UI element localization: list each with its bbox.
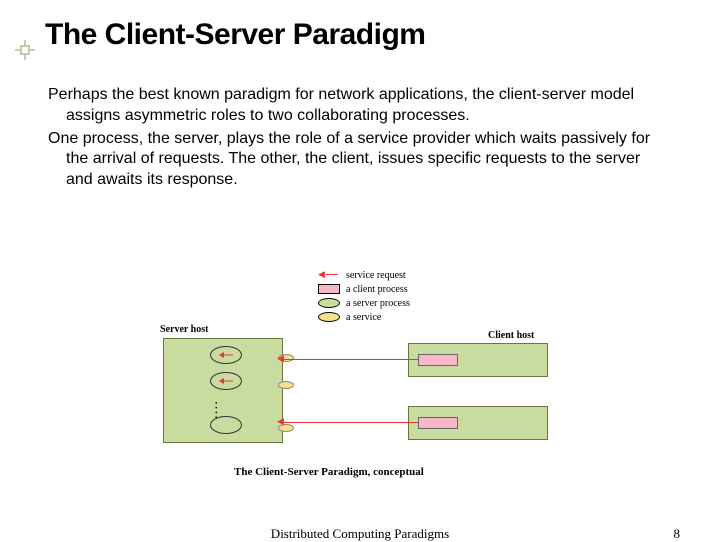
swatch-icon	[318, 284, 340, 294]
legend-row-service: a service	[318, 310, 410, 324]
client-process-icon	[418, 417, 458, 429]
server-process-icon	[210, 416, 242, 434]
server-process-icon	[210, 346, 242, 364]
legend-row-client: a client process	[318, 282, 410, 296]
swatch-icon	[318, 298, 340, 308]
paragraph-1: Perhaps the best known paradigm for netw…	[48, 85, 668, 127]
diagram: service request a client process a serve…	[158, 268, 568, 488]
request-line-icon	[283, 359, 418, 360]
request-line-icon	[283, 422, 418, 423]
body-text: Perhaps the best known paradigm for netw…	[48, 85, 668, 193]
service-icon	[278, 381, 294, 389]
legend: service request a client process a serve…	[318, 268, 410, 324]
paragraph-2: One process, the server, plays the role …	[48, 129, 668, 191]
diagram-caption: The Client-Server Paradigm, conceptual	[234, 466, 424, 478]
swatch-icon	[318, 312, 340, 322]
title-bullet-icon	[15, 40, 35, 60]
legend-label: a server process	[346, 298, 410, 309]
legend-label: a client process	[346, 284, 408, 295]
legend-row-request: service request	[318, 268, 410, 282]
legend-row-server: a server process	[318, 296, 410, 310]
legend-label: a service	[346, 312, 381, 323]
client-host-label: Client host	[488, 330, 534, 341]
legend-label: service request	[346, 270, 406, 281]
server-host-label: Server host	[160, 324, 208, 335]
client-process-icon	[418, 354, 458, 366]
arrow-icon	[318, 270, 340, 280]
slide-title: The Client-Server Paradigm	[45, 18, 425, 52]
server-process-icon	[210, 372, 242, 390]
